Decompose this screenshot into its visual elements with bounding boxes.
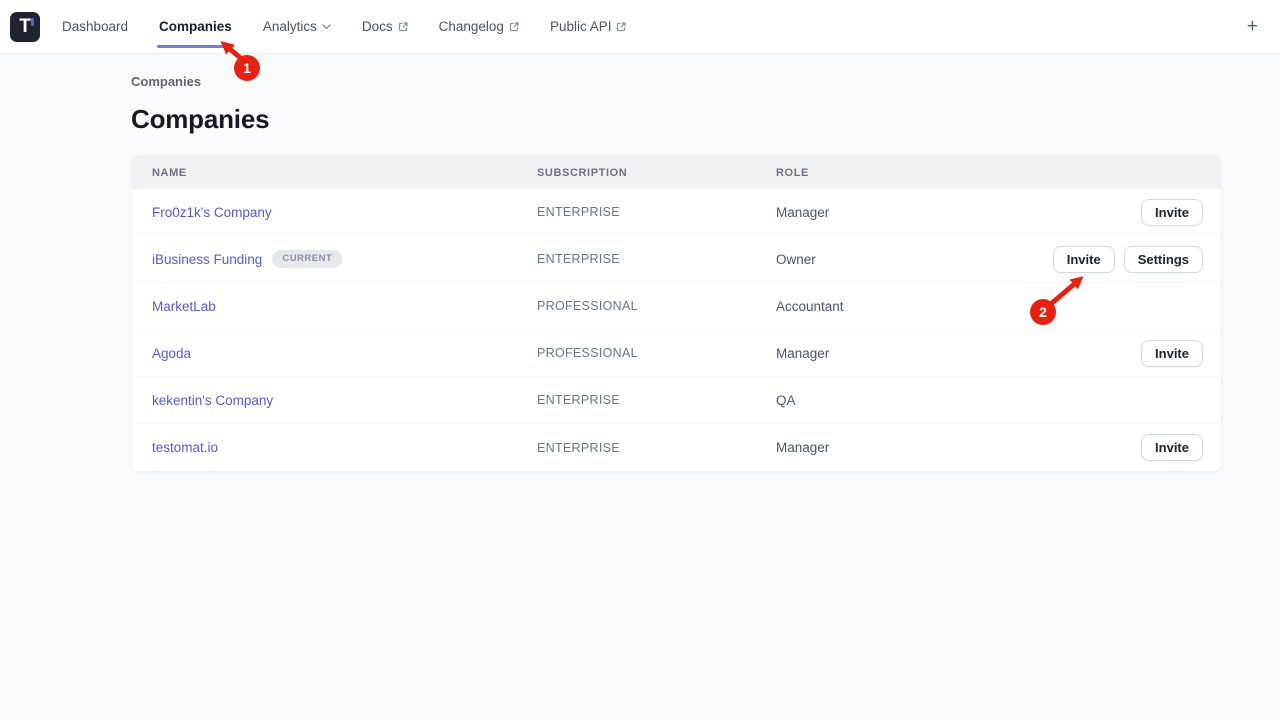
company-name-cell: testomat.io bbox=[152, 440, 537, 455]
role-cell: Manager bbox=[776, 205, 1141, 220]
company-link[interactable]: Fro0z1k's Company bbox=[152, 205, 272, 220]
company-name-cell: kekentin's Company bbox=[152, 393, 537, 408]
company-name-cell: Agoda bbox=[152, 346, 537, 361]
settings-button[interactable]: Settings bbox=[1124, 246, 1203, 273]
subscription-cell: ENTERPRISE bbox=[537, 252, 776, 266]
subscription-cell: ENTERPRISE bbox=[537, 441, 776, 455]
nav-item-dashboard[interactable]: Dashboard bbox=[62, 0, 128, 54]
nav-item-label: Analytics bbox=[263, 19, 317, 34]
top-navbar: T Dashboard Companies Analytics Docs Cha… bbox=[0, 0, 1280, 54]
column-header-name: NAME bbox=[152, 167, 537, 179]
breadcrumb[interactable]: Companies bbox=[131, 74, 1280, 89]
nav-item-analytics[interactable]: Analytics bbox=[263, 0, 331, 54]
invite-button[interactable]: Invite bbox=[1141, 340, 1203, 367]
company-link[interactable]: testomat.io bbox=[152, 440, 218, 455]
row-actions: Invite bbox=[1141, 434, 1203, 461]
table-row-ibusiness-funding: iBusiness Funding CURRENT ENTERPRISE Own… bbox=[132, 236, 1221, 283]
table-row-testomat-io: testomat.io ENTERPRISE Manager Invite bbox=[132, 424, 1221, 471]
nav-item-companies[interactable]: Companies bbox=[159, 0, 232, 54]
nav-item-label: Companies bbox=[159, 19, 232, 34]
company-link[interactable]: iBusiness Funding bbox=[152, 252, 262, 267]
current-badge: CURRENT bbox=[272, 250, 342, 268]
chevron-down-icon bbox=[322, 24, 331, 30]
external-link-icon bbox=[616, 22, 626, 32]
nav-item-label: Dashboard bbox=[62, 19, 128, 34]
company-link[interactable]: kekentin's Company bbox=[152, 393, 273, 408]
nav-item-changelog[interactable]: Changelog bbox=[439, 0, 519, 54]
invite-button[interactable]: Invite bbox=[1141, 199, 1203, 226]
table-row-marketlab: MarketLab PROFESSIONAL Accountant bbox=[132, 283, 1221, 330]
add-button[interactable]: + bbox=[1239, 13, 1266, 40]
role-cell: Accountant bbox=[776, 299, 1203, 314]
page-title: Companies bbox=[131, 104, 1280, 135]
role-cell: Manager bbox=[776, 440, 1141, 455]
table-row-kekentin-s-company: kekentin's Company ENTERPRISE QA bbox=[132, 377, 1221, 424]
logo-accent-mark bbox=[31, 18, 34, 26]
row-actions: Invite bbox=[1141, 199, 1203, 226]
nav-item-public-api[interactable]: Public API bbox=[550, 0, 627, 54]
company-name-cell: Fro0z1k's Company bbox=[152, 205, 537, 220]
company-name-cell: MarketLab bbox=[152, 299, 537, 314]
column-header-role: ROLE bbox=[776, 167, 1203, 179]
nav-item-label: Public API bbox=[550, 19, 612, 34]
subscription-cell: ENTERPRISE bbox=[537, 205, 776, 219]
table-header-row: NAME SUBSCRIPTION ROLE bbox=[132, 156, 1221, 189]
nav-items: Dashboard Companies Analytics Docs Chang… bbox=[62, 0, 626, 54]
nav-item-docs[interactable]: Docs bbox=[362, 0, 408, 54]
table-row-agoda: Agoda PROFESSIONAL Manager Invite bbox=[132, 330, 1221, 377]
table-row-fro0z1k-s-company: Fro0z1k's Company ENTERPRISE Manager Inv… bbox=[132, 189, 1221, 236]
column-header-subscription: SUBSCRIPTION bbox=[537, 167, 776, 179]
subscription-cell: ENTERPRISE bbox=[537, 393, 776, 407]
logo-letter: T bbox=[19, 17, 31, 36]
row-actions: Invite Settings bbox=[1053, 246, 1203, 273]
role-cell: Owner bbox=[776, 252, 1053, 267]
external-link-icon bbox=[509, 22, 519, 32]
company-name-cell: iBusiness Funding CURRENT bbox=[152, 250, 537, 268]
company-link[interactable]: MarketLab bbox=[152, 299, 216, 314]
company-link[interactable]: Agoda bbox=[152, 346, 191, 361]
invite-button[interactable]: Invite bbox=[1141, 434, 1203, 461]
nav-item-label: Docs bbox=[362, 19, 393, 34]
app-logo[interactable]: T bbox=[10, 12, 40, 42]
nav-item-label: Changelog bbox=[439, 19, 504, 34]
row-actions: Invite bbox=[1141, 340, 1203, 367]
external-link-icon bbox=[398, 22, 408, 32]
role-cell: Manager bbox=[776, 346, 1141, 361]
invite-button[interactable]: Invite bbox=[1053, 246, 1115, 273]
companies-table: NAME SUBSCRIPTION ROLE Fro0z1k's Company… bbox=[131, 155, 1222, 472]
subscription-cell: PROFESSIONAL bbox=[537, 299, 776, 313]
table-body: Fro0z1k's Company ENTERPRISE Manager Inv… bbox=[132, 189, 1221, 471]
subscription-cell: PROFESSIONAL bbox=[537, 346, 776, 360]
role-cell: QA bbox=[776, 393, 1203, 408]
main-content: Companies Companies NAME SUBSCRIPTION RO… bbox=[0, 74, 1280, 472]
